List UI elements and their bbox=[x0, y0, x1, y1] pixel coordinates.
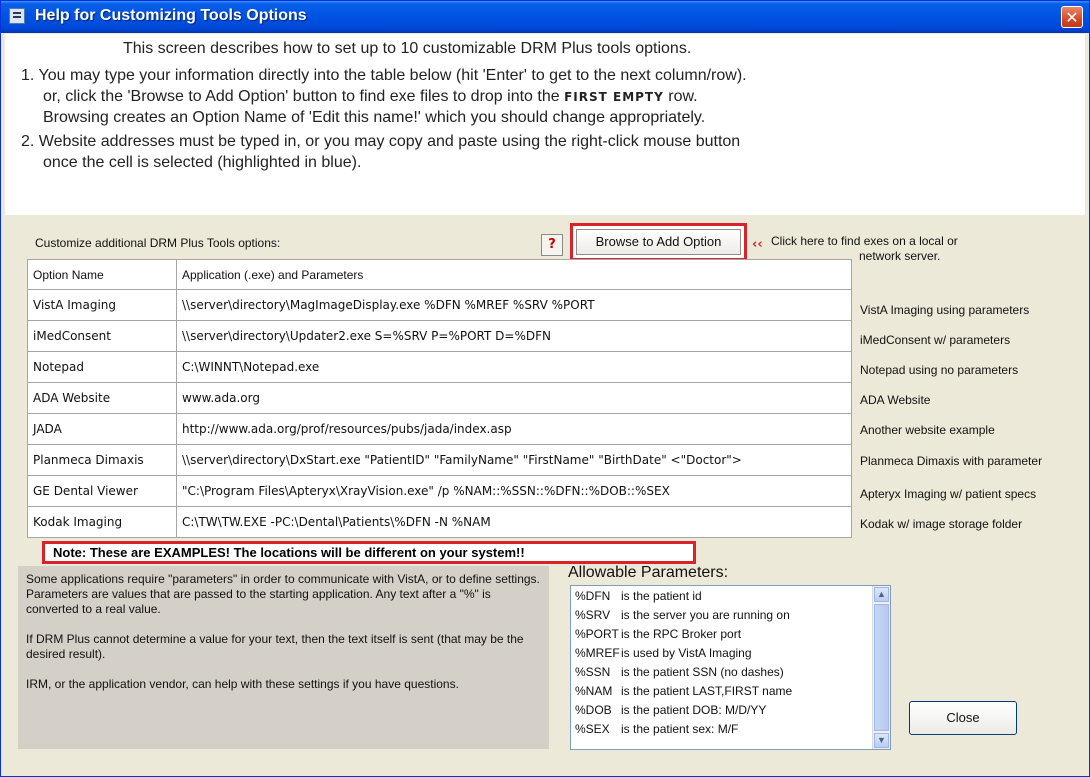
option-name-cell[interactable]: Planmeca Dimaxis bbox=[27, 444, 177, 476]
row-description: VistA Imaging using parameters bbox=[860, 303, 1030, 317]
list-item: %SSN is the patient SSN (no dashes) bbox=[575, 665, 784, 679]
first-empty-emphasis: FIRST EMPTY bbox=[564, 90, 664, 104]
explanation-paragraph: IRM, or the application vendor, can help… bbox=[26, 677, 459, 691]
table-row[interactable]: JADA http://www.ada.org/prof/resources/pu… bbox=[27, 413, 852, 445]
column-header-option-name: Option Name bbox=[27, 259, 177, 290]
intro-line-1: This screen describes how to set up to 1… bbox=[123, 40, 692, 57]
intro-line-4: Browsing creates an Option Name of 'Edit… bbox=[43, 109, 706, 126]
options-panel-label: Customize additional DRM Plus Tools opti… bbox=[35, 236, 281, 250]
intro-line-3: or, click the 'Browse to Add Option' but… bbox=[43, 88, 698, 105]
row-description: Another website example bbox=[860, 423, 995, 437]
browse-hint-line-1: Click here to find exes on a local or bbox=[771, 234, 958, 248]
column-header-application: Application (.exe) and Parameters bbox=[176, 259, 852, 290]
window-icon bbox=[9, 8, 25, 24]
allowable-parameters-list[interactable]: %DFN is the patient id %SRV is the server … bbox=[570, 585, 891, 750]
intro-line-5: 2. Website addresses must be typed in, o… bbox=[21, 133, 741, 150]
close-button[interactable]: Close bbox=[909, 701, 1017, 735]
option-name-cell[interactable]: Kodak Imaging bbox=[27, 506, 177, 538]
table-row[interactable]: Notepad C:\WINNT\Notepad.exe bbox=[27, 351, 852, 383]
close-window-button[interactable]: ✕ bbox=[1061, 6, 1083, 28]
application-cell[interactable]: http://www.ada.org/prof/resources/pubs/j… bbox=[176, 413, 852, 445]
pointer-arrows-icon: ‹‹ bbox=[752, 237, 763, 252]
application-cell[interactable]: C:\TW\TW.EXE -PC:\Dental\Patients\%DFN -… bbox=[176, 506, 852, 538]
list-item: %SRV is the server you are running on bbox=[575, 608, 790, 622]
application-cell[interactable]: www.ada.org bbox=[176, 382, 852, 414]
tools-options-table: Option Name Application (.exe) and Param… bbox=[27, 259, 852, 538]
explanation-paragraph: Some applications require "parameters" i… bbox=[26, 572, 540, 616]
table-header-row: Option Name Application (.exe) and Param… bbox=[27, 259, 852, 290]
application-cell[interactable]: "C:\Program Files\Apteryx\XrayVision.exe… bbox=[176, 475, 852, 507]
browse-highlight-box: Browse to Add Option bbox=[570, 223, 747, 261]
list-item: %NAM is the patient LAST,FIRST name bbox=[575, 684, 793, 698]
browse-to-add-option-button[interactable]: Browse to Add Option bbox=[576, 229, 741, 255]
list-item: %DOB is the patient DOB: M/D/YY bbox=[575, 703, 767, 717]
examples-warning-note: Note: These are EXAMPLES! The locations … bbox=[42, 541, 696, 564]
scroll-down-icon[interactable]: ▼ bbox=[874, 733, 889, 748]
parameters-explanation: Some applications require "parameters" i… bbox=[18, 566, 549, 749]
row-description: Apteryx Imaging w/ patient specs bbox=[860, 487, 1037, 501]
application-cell[interactable]: \\server\directory\MagImageDisplay.exe %… bbox=[176, 289, 852, 321]
row-description: iMedConsent w/ parameters bbox=[860, 333, 1011, 347]
list-item: %DFN is the patient id bbox=[575, 589, 702, 603]
option-name-cell[interactable]: JADA bbox=[27, 413, 177, 445]
list-item: %SEX is the patient sex: M/F bbox=[575, 722, 739, 736]
row-description: ADA Website bbox=[860, 393, 931, 407]
option-name-cell[interactable]: Notepad bbox=[27, 351, 177, 383]
title-bar: Help for Customizing Tools Options ✕ bbox=[1, 1, 1089, 33]
list-item: %MREFis used by VistA Imaging bbox=[575, 646, 752, 660]
row-description: Kodak w/ image storage folder bbox=[860, 517, 1023, 531]
window-title: Help for Customizing Tools Options bbox=[35, 7, 307, 24]
table-row[interactable]: iMedConsent \\server\directory\Updater2.e… bbox=[27, 320, 852, 352]
intro-line-2: 1. You may type your information directl… bbox=[21, 67, 747, 84]
option-name-cell[interactable]: VistA Imaging bbox=[27, 289, 177, 321]
table-row[interactable]: ADA Website www.ada.org bbox=[27, 382, 852, 414]
help-question-button[interactable]: ? bbox=[541, 234, 563, 256]
row-description: Notepad using no parameters bbox=[860, 363, 1019, 377]
table-row[interactable]: Kodak Imaging C:\TW\TW.EXE -PC:\Dental\Pa… bbox=[27, 506, 852, 538]
intro-line-6: once the cell is selected (highlighted i… bbox=[43, 154, 362, 171]
scroll-up-icon[interactable]: ▲ bbox=[874, 587, 889, 602]
application-cell[interactable]: \\server\directory\Updater2.exe S=%SRV P… bbox=[176, 320, 852, 352]
instructions: This screen describes how to set up to 1… bbox=[5, 34, 1085, 215]
scroll-thumb[interactable] bbox=[874, 604, 889, 731]
list-item: %PORT is the RPC Broker port bbox=[575, 627, 742, 641]
explanation-paragraph: If DRM Plus cannot determine a value for… bbox=[26, 632, 524, 661]
table-row[interactable]: VistA Imaging \\server\directory\MagImage… bbox=[27, 289, 852, 321]
option-name-cell[interactable]: iMedConsent bbox=[27, 320, 177, 352]
row-description: Planmeca Dimaxis with parameter bbox=[860, 454, 1043, 468]
option-name-cell[interactable]: GE Dental Viewer bbox=[27, 475, 177, 507]
vertical-scrollbar[interactable]: ▲ ▼ bbox=[872, 586, 890, 749]
application-cell[interactable]: C:\WINNT\Notepad.exe bbox=[176, 351, 852, 383]
allowable-parameters-title: Allowable Parameters: bbox=[568, 564, 729, 581]
application-cell[interactable]: \\server\directory\DxStart.exe "PatientI… bbox=[176, 444, 852, 476]
table-row[interactable]: GE Dental Viewer "C:\Program Files\Aptery… bbox=[27, 475, 852, 507]
option-name-cell[interactable]: ADA Website bbox=[27, 382, 177, 414]
table-row[interactable]: Planmeca Dimaxis \\server\directory\DxSta… bbox=[27, 444, 852, 476]
help-dialog: Help for Customizing Tools Options ✕ Thi… bbox=[0, 0, 1090, 777]
